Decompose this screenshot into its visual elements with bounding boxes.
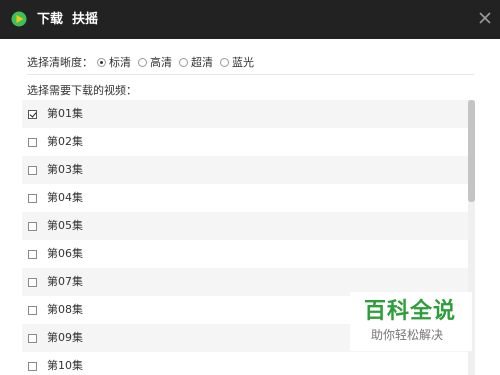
watermark: 百科全说 助你轻松解决 <box>350 292 472 351</box>
watermark-brand: 百科全说 <box>364 299 457 324</box>
scrollbar-thumb[interactable] <box>468 100 475 202</box>
episode-row-06[interactable]: 第06集 <box>22 240 468 268</box>
window-title-name: 扶摇 <box>72 12 99 27</box>
episode-checkbox[interactable] <box>28 277 37 287</box>
episode-checkbox[interactable] <box>28 333 37 343</box>
divider <box>27 74 474 75</box>
episode-checkbox[interactable] <box>28 137 37 147</box>
radio-button[interactable] <box>97 57 106 67</box>
episode-label: 第07集 <box>47 275 83 288</box>
episode-label: 第01集 <box>47 107 83 120</box>
quality-option-super[interactable]: 超清 <box>179 54 213 70</box>
radio-button[interactable] <box>220 57 229 67</box>
episode-row-04[interactable]: 第04集 <box>22 184 468 212</box>
episode-row-02[interactable]: 第02集 <box>22 128 468 156</box>
episode-checkbox[interactable] <box>28 305 37 315</box>
title-bar: 下载 扶摇 <box>0 0 500 39</box>
episode-checkbox[interactable] <box>28 165 37 175</box>
episode-label: 第06集 <box>47 247 83 260</box>
quality-selector: 选择清晰度： 标清 高清 超清 蓝光 <box>27 54 261 70</box>
episode-checkbox[interactable] <box>28 249 37 259</box>
quality-option-bluray[interactable]: 蓝光 <box>220 54 254 70</box>
episode-label: 第08集 <box>47 303 83 316</box>
episode-label: 第03集 <box>47 163 83 176</box>
quality-option-label: 标清 <box>109 56 131 69</box>
video-app-logo-icon <box>11 11 27 27</box>
watermark-slogan: 助你轻松解决 <box>371 328 444 342</box>
quality-option-label: 高清 <box>150 56 172 69</box>
episode-checkbox[interactable] <box>28 221 37 231</box>
episode-select-label: 选择需要下载的视频： <box>27 84 137 97</box>
close-icon[interactable] <box>474 7 496 29</box>
radio-button[interactable] <box>179 57 188 67</box>
episode-checkbox[interactable] <box>28 109 37 119</box>
quality-option-high[interactable]: 高清 <box>138 54 172 70</box>
episode-row-05[interactable]: 第05集 <box>22 212 468 240</box>
episode-label: 第10集 <box>47 359 83 372</box>
episode-label: 第05集 <box>47 219 83 232</box>
episode-row-01[interactable]: 第01集 <box>22 100 468 128</box>
episode-row-10[interactable]: 第10集 <box>22 352 468 375</box>
radio-button[interactable] <box>138 57 147 67</box>
quality-option-label: 超清 <box>191 56 213 69</box>
quality-option-label: 蓝光 <box>232 56 254 69</box>
quality-option-standard[interactable]: 标清 <box>97 54 131 70</box>
episode-label: 第02集 <box>47 135 83 148</box>
episode-checkbox[interactable] <box>28 361 37 371</box>
quality-label: 选择清晰度： <box>27 56 93 69</box>
episode-label: 第09集 <box>47 331 83 344</box>
episode-row-03[interactable]: 第03集 <box>22 156 468 184</box>
episode-label: 第04集 <box>47 191 83 204</box>
window-title-prefix: 下载 <box>37 12 64 27</box>
episode-checkbox[interactable] <box>28 193 37 203</box>
